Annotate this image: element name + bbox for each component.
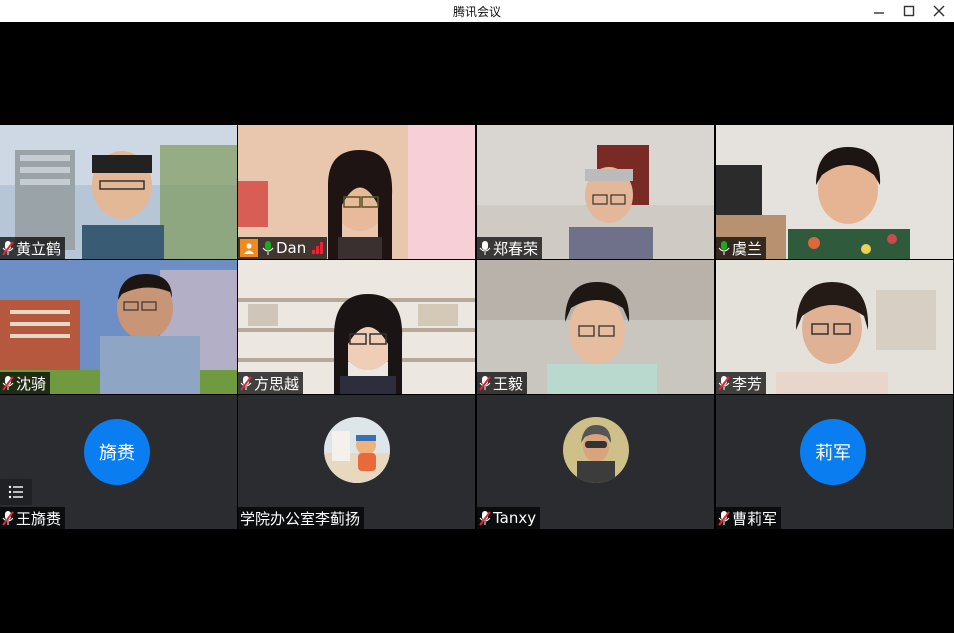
maximize-button[interactable]: [894, 0, 924, 22]
signal-strength-icon: [312, 242, 324, 254]
mic-icon: [479, 241, 491, 255]
participant-name: 李芳: [732, 374, 763, 393]
participant-nametag: 黄立鹤: [0, 237, 66, 259]
participant-tile[interactable]: Dan: [238, 125, 475, 259]
host-person-icon: [240, 239, 258, 257]
mic-active-icon: [262, 241, 274, 255]
participant-tile[interactable]: 黄立鹤: [0, 125, 237, 259]
mic-muted-icon: [718, 511, 730, 526]
avatar-text: 旖赉: [99, 443, 135, 464]
participant-tile[interactable]: 莉军 曹莉军: [716, 395, 953, 529]
participant-tile[interactable]: Tanxy: [477, 395, 714, 529]
participant-nametag: 曹莉军: [716, 507, 782, 529]
title-bar: 腾讯会议: [0, 0, 954, 22]
mic-muted-icon: [479, 376, 491, 391]
participant-name: 曹莉军: [732, 509, 778, 528]
participant-nametag: 王毅: [477, 372, 528, 394]
participant-tile-speaking[interactable]: 虞兰: [716, 125, 953, 259]
participant-name: 郑春荣: [493, 239, 539, 258]
participant-tile[interactable]: 沈骑: [0, 260, 237, 394]
avatar: [563, 417, 629, 483]
participant-name: 虞兰: [732, 239, 763, 258]
avatar-text: 莉军: [815, 443, 851, 464]
participant-tile[interactable]: 旖赉 王旖赉: [0, 395, 237, 529]
participant-name: Dan: [276, 239, 307, 257]
avatar: 旖赉: [84, 419, 150, 485]
mic-muted-icon: [2, 511, 14, 526]
participant-nametag: 学院办公室李蓟扬: [238, 507, 365, 529]
participant-name: 学院办公室李蓟扬: [240, 509, 361, 528]
participant-nametag: Tanxy: [477, 507, 541, 529]
participant-nametag: 王旖赉: [0, 507, 66, 529]
close-button[interactable]: [924, 0, 954, 22]
participant-name: 沈骑: [16, 374, 47, 393]
mic-muted-icon: [240, 376, 252, 391]
participant-tile[interactable]: 学院办公室李蓟扬: [238, 395, 475, 529]
participant-name: 方思越: [254, 374, 300, 393]
participant-nametag: 虞兰: [716, 237, 767, 259]
mic-active-icon: [718, 241, 730, 255]
participant-name: 王毅: [493, 374, 524, 393]
participant-tile[interactable]: 方思越: [238, 260, 475, 394]
minimize-button[interactable]: [864, 0, 894, 22]
participant-tile[interactable]: 郑春荣: [477, 125, 714, 259]
participant-name: Tanxy: [493, 509, 537, 527]
participant-nametag: 李芳: [716, 372, 767, 394]
participant-nametag: 方思越: [238, 372, 304, 394]
participant-name: 王旖赉: [16, 509, 62, 528]
video-grid: 黄立鹤 Dan 郑春荣 虞兰 沈骑 方思越 王毅 李芳 旖赉 王旖赉 学院办公室…: [0, 125, 954, 530]
participant-name: 黄立鹤: [16, 239, 62, 258]
close-icon: [933, 5, 945, 17]
minimize-icon: [874, 12, 884, 14]
participant-nametag: 郑春荣: [477, 237, 543, 259]
member-list-button[interactable]: [0, 479, 32, 505]
participant-tile[interactable]: 李芳: [716, 260, 953, 394]
mic-muted-icon: [479, 511, 491, 526]
avatar: [324, 417, 390, 483]
window-controls: [864, 0, 954, 22]
list-icon: [8, 485, 23, 499]
window-title: 腾讯会议: [452, 4, 501, 19]
mic-muted-icon: [2, 241, 14, 256]
avatar: 莉军: [800, 419, 866, 485]
maximize-icon: [903, 5, 915, 17]
mic-muted-icon: [718, 376, 730, 391]
participant-nametag: 沈骑: [0, 372, 51, 394]
participant-nametag: Dan: [238, 237, 328, 259]
mic-muted-icon: [2, 376, 14, 391]
participant-tile[interactable]: 王毅: [477, 260, 714, 394]
